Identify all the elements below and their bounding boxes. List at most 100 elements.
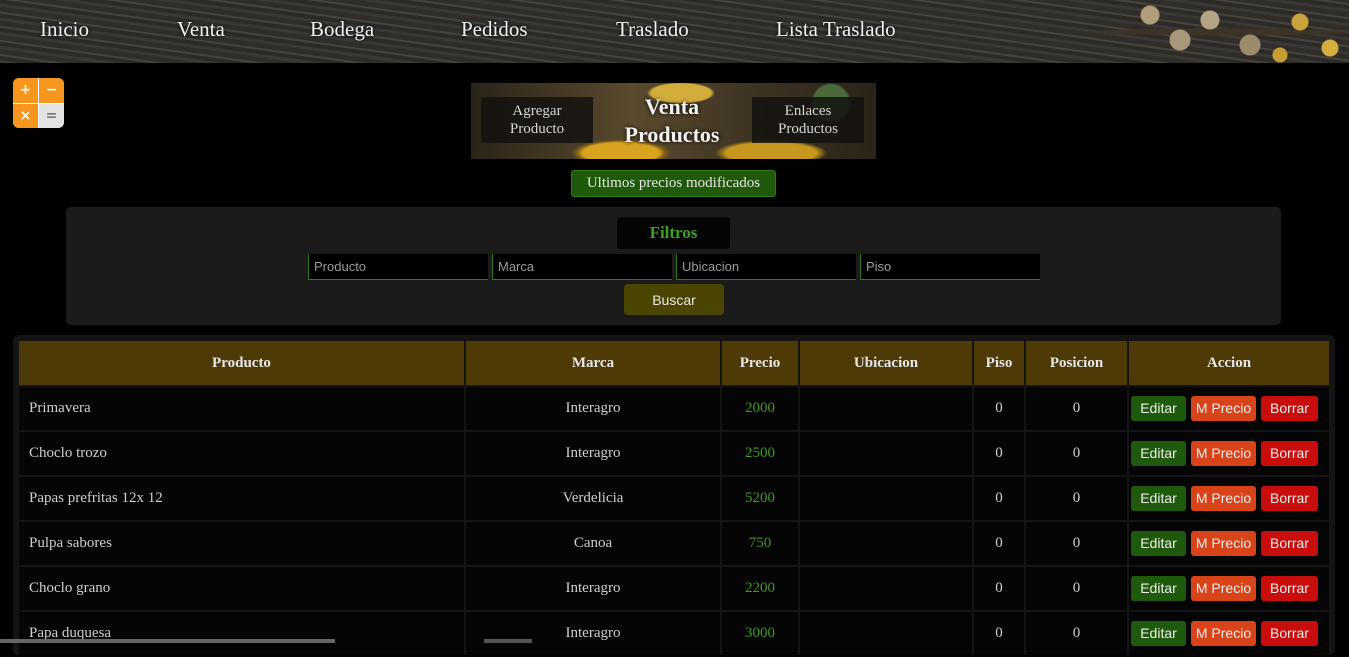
cell-marca: Interagro [466, 567, 720, 610]
modify-price-button[interactable]: M Precio [1191, 486, 1256, 511]
agregar-producto-link[interactable]: Agregar Producto [481, 97, 593, 143]
cell-precio: 2200 [722, 567, 798, 610]
cell-actions: Editar M Precio Borrar [1129, 432, 1329, 475]
column-header-accion: Accion [1129, 341, 1329, 385]
nav-item-inicio[interactable]: Inicio [40, 17, 89, 42]
nav-item-pedidos[interactable]: Pedidos [461, 17, 528, 42]
nav-item-lista-traslado[interactable]: Lista Traslado [776, 17, 896, 42]
cell-ubicacion [800, 432, 972, 475]
marca-filter-input[interactable] [492, 254, 672, 280]
multiply-icon: × [13, 103, 38, 128]
table-row: Papa duquesa Interagro 3000 0 0 Editar M Preci… [19, 612, 1329, 655]
scrollbar-thumb[interactable] [484, 639, 532, 643]
nav-item-bodega[interactable]: Bodega [310, 17, 374, 42]
column-header-precio[interactable]: Precio [722, 341, 798, 385]
cell-precio: 5200 [722, 477, 798, 520]
cell-marca: Interagro [466, 432, 720, 475]
filter-panel: Filtros Buscar [66, 207, 1281, 325]
cell-posicion: 0 [1026, 522, 1127, 565]
modify-price-button[interactable]: M Precio [1191, 531, 1256, 556]
cell-piso: 0 [974, 477, 1024, 520]
delete-button[interactable]: Borrar [1261, 486, 1318, 511]
edit-button[interactable]: Editar [1131, 396, 1186, 421]
cell-actions: Editar M Precio Borrar [1129, 567, 1329, 610]
column-header-marca[interactable]: Marca [466, 341, 720, 385]
piso-filter-input[interactable] [860, 254, 1040, 280]
minus-icon: − [39, 78, 64, 103]
modify-price-button[interactable]: M Precio [1191, 441, 1256, 466]
filter-title: Filtros [617, 217, 730, 249]
page-title-line1: Venta [644, 94, 700, 119]
modify-price-button[interactable]: M Precio [1191, 621, 1256, 646]
edit-button[interactable]: Editar [1131, 531, 1186, 556]
plus-icon: + [13, 78, 38, 103]
agregar-producto-line1: Agregar [512, 103, 562, 119]
search-button[interactable]: Buscar [624, 284, 724, 315]
page-title: Venta Productos [601, 93, 743, 149]
agregar-producto-line2: Producto [509, 121, 565, 137]
venta-productos-banner: Agregar Producto Venta Productos Enlaces… [471, 83, 876, 159]
cell-ubicacion [800, 477, 972, 520]
cell-marca: Interagro [466, 387, 720, 430]
cell-posicion: 0 [1026, 612, 1127, 655]
cell-posicion: 0 [1026, 477, 1127, 520]
column-header-ubicacion[interactable]: Ubicacion [800, 341, 972, 385]
table-header-row: Producto Marca Precio Ubicacion Piso Pos… [19, 341, 1329, 385]
cell-marca: Verdelicia [466, 477, 720, 520]
modify-price-button[interactable]: M Precio [1191, 576, 1256, 601]
cell-ubicacion [800, 567, 972, 610]
delete-button[interactable]: Borrar [1261, 531, 1318, 556]
cell-piso: 0 [974, 567, 1024, 610]
table-row: Choclo grano Interagro 2200 0 0 Editar M Preci… [19, 567, 1329, 610]
modify-price-button[interactable]: M Precio [1191, 396, 1256, 421]
edit-button[interactable]: Editar [1131, 576, 1186, 601]
edit-button[interactable]: Editar [1131, 486, 1186, 511]
edit-button[interactable]: Editar [1131, 621, 1186, 646]
cell-actions: Editar M Precio Borrar [1129, 387, 1329, 430]
cell-piso: 0 [974, 432, 1024, 475]
cell-producto: Pulpa sabores [19, 522, 464, 565]
horizontal-scrollbar[interactable] [0, 639, 335, 643]
enlaces-productos-link[interactable]: Enlaces Productos [752, 97, 864, 143]
cell-marca: Canoa [466, 522, 720, 565]
producto-filter-input[interactable] [308, 254, 488, 280]
calculator-icon[interactable]: + − × = [13, 78, 64, 128]
cell-producto: Choclo trozo [19, 432, 464, 475]
products-table-container: Producto Marca Precio Ubicacion Piso Pos… [13, 335, 1335, 655]
cell-ubicacion [800, 522, 972, 565]
cell-precio: 3000 [722, 612, 798, 655]
products-table: Producto Marca Precio Ubicacion Piso Pos… [17, 339, 1331, 657]
cell-piso: 0 [974, 612, 1024, 655]
cell-actions: Editar M Precio Borrar [1129, 522, 1329, 565]
ubicacion-filter-input[interactable] [676, 254, 856, 280]
cell-ubicacion [800, 612, 972, 655]
delete-button[interactable]: Borrar [1261, 396, 1318, 421]
cell-precio: 750 [722, 522, 798, 565]
cell-producto: Papa duquesa [19, 612, 464, 655]
delete-button[interactable]: Borrar [1261, 621, 1318, 646]
table-row: Pulpa sabores Canoa 750 0 0 Editar M Precio Bor… [19, 522, 1329, 565]
column-header-producto[interactable]: Producto [19, 341, 464, 385]
delete-button[interactable]: Borrar [1261, 576, 1318, 601]
cell-producto: Primavera [19, 387, 464, 430]
table-row: Primavera Interagro 2000 0 0 Editar M Precio Bo… [19, 387, 1329, 430]
enlaces-productos-line1: Enlaces [784, 103, 832, 119]
cell-piso: 0 [974, 387, 1024, 430]
recent-prices-button[interactable]: Ultimos precios modificados [571, 170, 776, 197]
cell-actions: Editar M Precio Borrar [1129, 477, 1329, 520]
column-header-posicion[interactable]: Posicion [1026, 341, 1127, 385]
table-row: Choclo trozo Interagro 2500 0 0 Editar M Preci… [19, 432, 1329, 475]
delete-button[interactable]: Borrar [1261, 441, 1318, 466]
cell-posicion: 0 [1026, 387, 1127, 430]
cell-ubicacion [800, 387, 972, 430]
cell-precio: 2500 [722, 432, 798, 475]
column-header-piso[interactable]: Piso [974, 341, 1024, 385]
cell-posicion: 0 [1026, 567, 1127, 610]
nav-item-traslado[interactable]: Traslado [616, 17, 689, 42]
edit-button[interactable]: Editar [1131, 441, 1186, 466]
cell-producto: Papas prefritas 12x 12 [19, 477, 464, 520]
cell-producto: Choclo grano [19, 567, 464, 610]
cell-posicion: 0 [1026, 432, 1127, 475]
nav-item-venta[interactable]: Venta [177, 17, 225, 42]
table-row: Papas prefritas 12x 12 Verdelicia 5200 0 0 Ed… [19, 477, 1329, 520]
